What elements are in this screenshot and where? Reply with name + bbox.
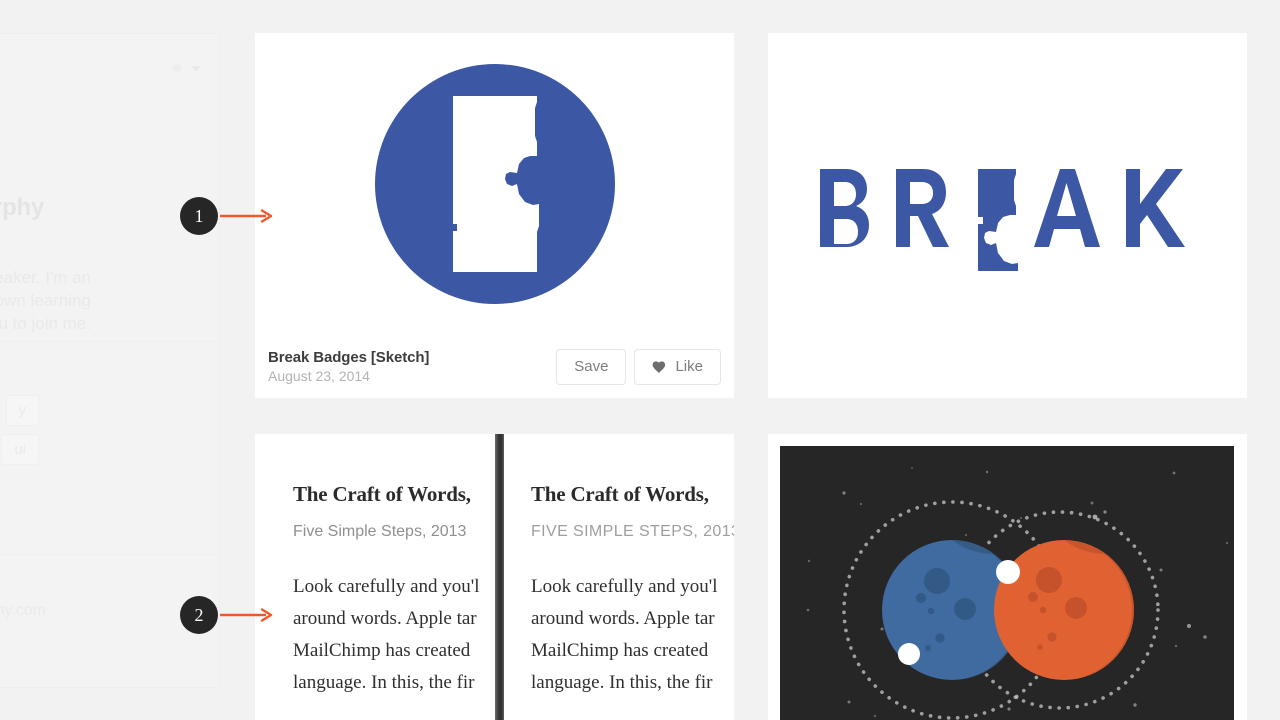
annotation-arrow-icon (220, 608, 273, 622)
profile-tag-list: content strategy y training ui (0, 395, 39, 465)
break-badge-puzzle-circle-icon (374, 64, 615, 304)
profile-name: pher Murphy (0, 194, 45, 221)
profile-website-link[interactable]: hy.com (0, 602, 46, 620)
craft-body-line: MailChimp has created (531, 640, 709, 661)
break-wordmark-icon (819, 168, 1185, 271)
two-planets-orbits-illustration-icon (780, 446, 1234, 720)
settings-menu[interactable] (168, 60, 201, 77)
tag-pill[interactable]: ui (1, 434, 39, 465)
chevron-down-icon[interactable] (191, 65, 201, 72)
shot-thumbnail[interactable] (255, 33, 734, 335)
craft-card[interactable]: The Craft of Words, Five Simple Steps, 2… (255, 434, 734, 720)
craft-body-line: Look carefully and you'l (531, 576, 718, 597)
craft-divider (495, 434, 504, 720)
gear-icon[interactable] (168, 60, 185, 77)
craft-body-line: Look carefully and you'l (293, 576, 480, 597)
screen: pher Murphy Belfast ter and speaker. I'm… (0, 0, 1280, 720)
craft-body-line: around words. Apple tar (293, 608, 477, 629)
annotation-number: 1 (180, 197, 218, 235)
craft-body-line: around words. Apple tar (531, 608, 715, 629)
like-button[interactable]: Like (634, 348, 721, 385)
craft-body-line: language. In this, the fir (293, 672, 475, 693)
shot-card[interactable]: Break Badges [Sketch] August 23, 2014 Sa… (255, 33, 734, 398)
like-button-label: Like (675, 358, 703, 375)
annotation-marker-2: 2 (180, 596, 276, 634)
save-button-label: Save (574, 358, 609, 375)
craft-heading: The Craft of Words, (293, 482, 471, 506)
break-wordmark-card[interactable] (768, 33, 1247, 398)
craft-subtitle: Five Simple Steps, 2013 (531, 523, 734, 540)
craft-body-line: MailChimp has created (293, 640, 471, 661)
planets-card[interactable] (768, 434, 1247, 720)
shot-title[interactable]: Break Badges [Sketch] (268, 349, 429, 366)
craft-column-after: The Craft of Words, Five Simple Steps, 2… (504, 434, 734, 699)
tag-pill[interactable]: y (5, 395, 39, 426)
profile-bio: ter and speaker. I'm an still on my own … (0, 266, 91, 335)
craft-body: Look carefully and you'l around words. A… (531, 571, 734, 699)
sidebar-divider (0, 554, 221, 555)
craft-heading: The Craft of Words, (531, 482, 709, 506)
profile-bio-line: ove you to join me. (0, 314, 91, 333)
craft-body: Look carefully and you'l around words. A… (293, 571, 495, 699)
profile-bio-line: still on my own learning (0, 291, 91, 310)
profile-bio-line: ter and speaker. I'm an (0, 268, 91, 287)
profile-sidebar: pher Murphy Belfast ter and speaker. I'm… (0, 33, 221, 688)
craft-column-before: The Craft of Words, Five Simple Steps, 2… (255, 434, 495, 699)
save-button[interactable]: Save (556, 348, 627, 385)
craft-subtitle: Five Simple Steps, 2013 (293, 523, 467, 540)
annotation-number: 2 (180, 596, 218, 634)
annotation-arrow-icon (220, 209, 273, 223)
shot-meta: Break Badges [Sketch] August 23, 2014 Sa… (255, 335, 734, 398)
heart-icon (652, 360, 667, 374)
annotation-marker-1: 1 (180, 197, 276, 235)
craft-body-line: language. In this, the fir (531, 672, 713, 693)
shot-titleblock: Break Badges [Sketch] August 23, 2014 (268, 349, 429, 384)
sidebar-divider (0, 341, 221, 342)
shot-date: August 23, 2014 (268, 368, 370, 384)
shot-actions: Save Like (556, 348, 721, 385)
